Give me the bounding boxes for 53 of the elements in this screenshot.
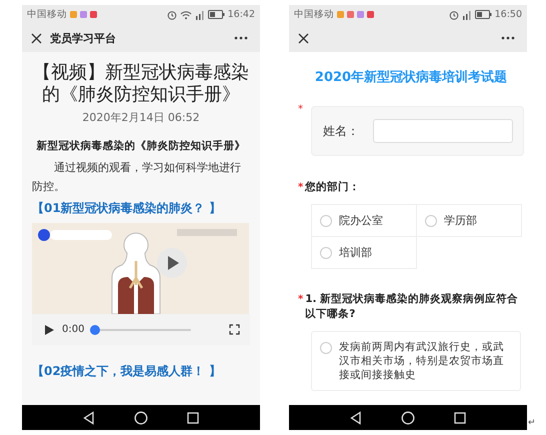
required-mark: * — [298, 181, 304, 195]
signal-icon — [462, 10, 472, 20]
option-label: 培训部 — [339, 245, 372, 260]
battery-icon — [208, 10, 225, 19]
article-date: 2020年2月14日 06:52 — [81, 110, 201, 125]
option-label: 院办公室 — [339, 213, 383, 228]
carrier-name: 中国移动 — [294, 8, 334, 21]
alarm-icon — [448, 10, 459, 20]
home-icon[interactable] — [134, 410, 148, 424]
clock-time: 16:50 — [494, 9, 522, 20]
battery-icon — [474, 10, 492, 19]
more-icon[interactable] — [501, 36, 515, 40]
radio-option[interactable]: 培训部 — [311, 236, 417, 269]
fullscreen-icon[interactable] — [229, 324, 240, 335]
return-mark: ↵ — [528, 418, 536, 428]
option-label: 发病前两周内有武汉旅行史，或武汉市相关市场，特别是农贸市场直接或间接接触史 — [339, 340, 505, 382]
radio-button[interactable] — [425, 214, 437, 226]
name-input-field[interactable] — [373, 119, 513, 143]
back-icon[interactable] — [349, 410, 363, 424]
more-icon[interactable] — [234, 36, 248, 40]
option-label: 学历部 — [444, 213, 477, 228]
close-icon[interactable] — [31, 32, 42, 44]
radio-option[interactable]: 院办公室 — [311, 204, 417, 237]
radio-option[interactable]: 发病前两周内有武汉旅行史，或武汉市相关市场，特别是农贸市场直接或间接接触史 — [311, 331, 521, 391]
article-subtitle: 新型冠状病毒感染的《肺炎防控知识手册》 — [36, 139, 246, 153]
recent-apps-icon[interactable] — [186, 410, 200, 424]
home-icon[interactable] — [401, 410, 415, 424]
alarm-icon — [166, 10, 177, 20]
clock-time: 16:42 — [228, 9, 255, 20]
video-time: 0:00 — [62, 324, 84, 335]
close-icon[interactable] — [298, 32, 309, 44]
required-mark: * — [298, 293, 304, 307]
play-icon[interactable] — [157, 248, 187, 278]
required-mark: * — [298, 104, 303, 115]
section-heading: 【02疫情之下，我是易感人群！ 】 — [32, 363, 222, 380]
carrier-name: 中国移动 — [27, 8, 67, 21]
field-label: 姓名： — [323, 122, 359, 140]
section-heading: 【01新型冠状病毒感染的肺炎？ 】 — [32, 200, 222, 217]
radio-option[interactable]: 学历部 — [416, 204, 522, 237]
article-title: 【视频】新型冠状病毒感染的《肺炎防控知识手册》 — [32, 62, 250, 106]
back-icon[interactable] — [82, 410, 96, 424]
page-title: 党员学习平台 — [50, 30, 116, 46]
question-label: 您的部门： — [305, 180, 360, 195]
article-paragraph: 通过视频的观看，学习如何科学地进行防控。 — [32, 160, 242, 195]
form-title: 2020年新型冠状病毒培训考试题 — [314, 68, 508, 86]
signal-icon — [194, 10, 205, 20]
radio-button[interactable] — [320, 214, 332, 226]
recent-apps-icon[interactable] — [453, 410, 467, 424]
question-label: 1. 新型冠状病毒感染的肺炎观察病例应符合以下哪条? — [305, 292, 520, 322]
radio-button[interactable] — [320, 342, 332, 354]
progress-thumb[interactable] — [90, 324, 100, 334]
play-icon[interactable] — [44, 324, 54, 334]
radio-button[interactable] — [320, 246, 332, 258]
